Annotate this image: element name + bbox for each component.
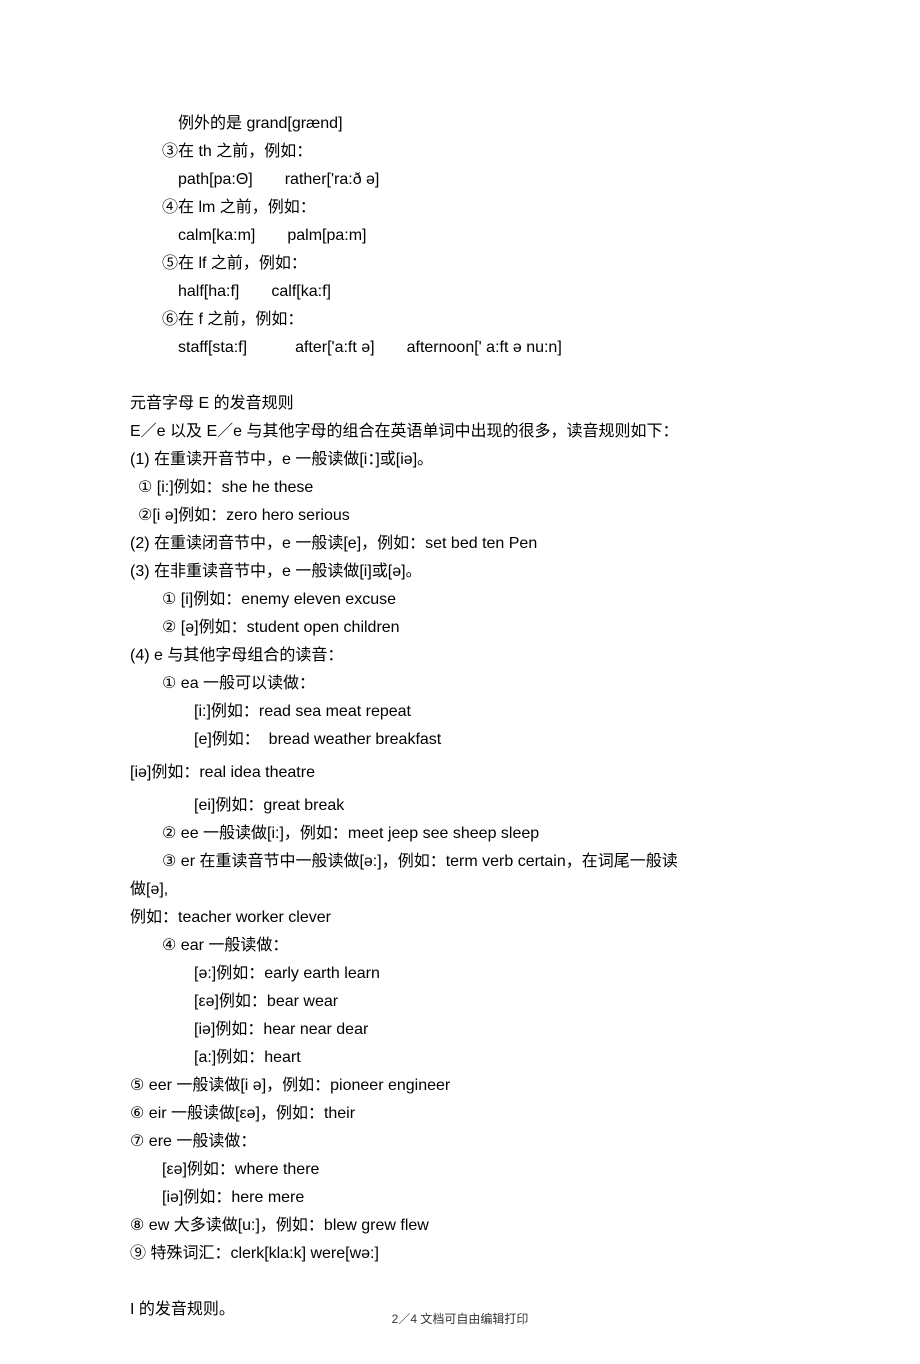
text-line: [iə]例如：hear near dear [130,1016,790,1044]
text-line: (3) 在非重读音节中，e 一般读做[i]或[ə]。 [130,558,790,586]
text-line: ① [i:]例如：she he these [130,474,790,502]
document-body: 例外的是 grand[grænd]③在 th 之前，例如：path[pa:Θ] … [130,110,790,1324]
text-line: [iə]例如：real idea theatre [130,754,790,792]
text-line: ⑧ ew 大多读做[u:]，例如：blew grew flew [130,1212,790,1240]
text-line: path[pa:Θ] rather['ra:ð ə] [130,166,790,194]
text-line: ⑤在 lf 之前，例如： [130,250,790,278]
text-line: [εə]例如：bear wear [130,988,790,1016]
text-line: [e]例如： bread weather breakfast [130,726,790,754]
text-line: ⑤ eer 一般读做[i ə]，例如：pioneer engineer [130,1072,790,1100]
text-line: [iə]例如：here mere [130,1184,790,1212]
text-line: ① [i]例如：enemy eleven excuse [130,586,790,614]
text-line: (4) e 与其他字母组合的读音： [130,642,790,670]
text-line: ④ ear 一般读做： [130,932,790,960]
text-line: E／e 以及 E／e 与其他字母的组合在英语单词中出现的很多，读音规则如下： [130,418,790,446]
text-line: ③在 th 之前，例如： [130,138,790,166]
text-line: 例如：teacher worker clever [130,904,790,932]
text-line: (1) 在重读开音节中，e 一般读做[i：]或[iə]。 [130,446,790,474]
text-line: ⑨ 特殊词汇：clerk[kla:k] were[wə:] [130,1240,790,1268]
text-line: calm[ka:m] palm[pa:m] [130,222,790,250]
text-line: ⑥在 f 之前，例如： [130,306,790,334]
text-line: ① ea 一般可以读做： [130,670,790,698]
blank-line [130,1268,790,1296]
text-line: [ə:]例如：early earth learn [130,960,790,988]
blank-line [130,362,790,390]
text-line: ②[i ə]例如：zero hero serious [130,502,790,530]
text-line: ③ er 在重读音节中一般读做[ə:]，例如：term verb certain… [130,848,790,876]
text-line: ④在 lm 之前，例如： [130,194,790,222]
text-line: 做[ə], [130,876,790,904]
text-line: [i:]例如：read sea meat repeat [130,698,790,726]
text-line: (2) 在重读闭音节中，e 一般读[e]，例如：set bed ten Pen [130,530,790,558]
text-line: staff[sta:f] after['a:ft ə] afternoon[' … [130,334,790,362]
text-line: 元音字母 E 的发音规则 [130,390,790,418]
text-line: ⑥ eir 一般读做[εə]，例如：their [130,1100,790,1128]
document-page: 例外的是 grand[grænd]③在 th 之前，例如：path[pa:Θ] … [0,0,920,1364]
text-line: [a:]例如：heart [130,1044,790,1072]
text-line: 例外的是 grand[grænd] [130,110,790,138]
page-footer: 2／4 文档可自由编辑打印 [0,1309,920,1330]
text-line: ⑦ ere 一般读做： [130,1128,790,1156]
text-line: ② ee 一般读做[i:]，例如：meet jeep see sheep sle… [130,820,790,848]
text-line: [ei]例如：great break [130,792,790,820]
text-line: ② [ə]例如：student open children [130,614,790,642]
text-line: half[ha:f] calf[ka:f] [130,278,790,306]
text-line: [εə]例如：where there [130,1156,790,1184]
